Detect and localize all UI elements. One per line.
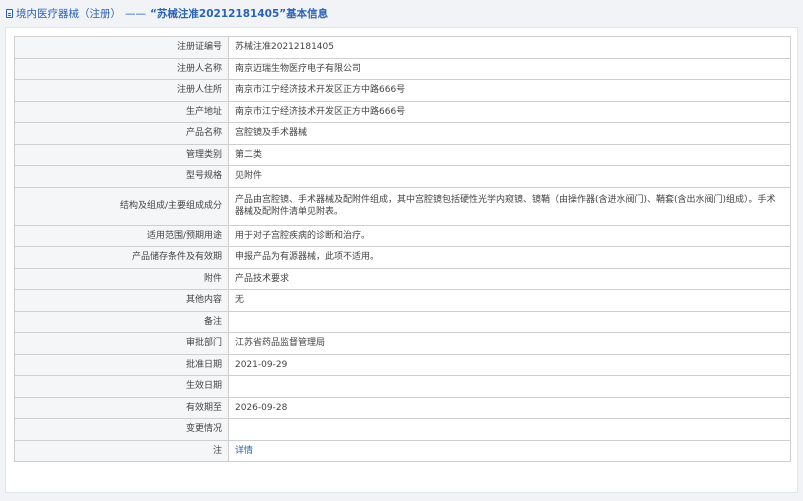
row-label: 批准日期	[14, 353, 229, 376]
table-row: 结构及组成/主要组成成分 产品由宫腔镜、手术器械及配附件组成，其中宫腔镜包括硬性光…	[14, 186, 791, 226]
row-value: 苏械注准20212181405	[228, 36, 791, 59]
row-value	[228, 418, 791, 441]
table-row: 管理类别 第二类	[14, 143, 791, 166]
table-row: 产品储存条件及有效期 申报产品为有源器械，此项不适用。	[14, 246, 791, 269]
table-row: 注册人名称 南京迈瑞生物医疗电子有限公司	[14, 57, 791, 80]
row-label: 附件	[14, 267, 229, 290]
row-value: 用于对子宫腔疾病的诊断和治疗。	[228, 224, 791, 247]
table-row: 附件 产品技术要求	[14, 267, 791, 290]
row-label: 注册证编号	[14, 36, 229, 59]
info-panel: 注册证编号 苏械注准20212181405 注册人名称 南京迈瑞生物医疗电子有限公司注…	[5, 27, 798, 493]
header-category: 境内医疗器械（注册）	[16, 8, 121, 20]
row-label: 管理类别	[14, 143, 229, 166]
table-row: 注详情	[14, 439, 791, 462]
row-label: 生效日期	[14, 375, 229, 398]
row-value: 无	[228, 289, 791, 312]
row-value: 2021-09-29	[228, 353, 791, 376]
table-row: 批准日期 2021-09-29	[14, 353, 791, 376]
row-label: 注册人住所	[14, 79, 229, 102]
table-row: 审批部门 江苏省药品监督管理局	[14, 332, 791, 355]
row-value: 详情	[228, 439, 791, 462]
table-row: 注册证编号 苏械注准20212181405	[14, 36, 791, 59]
table-row: 产品名称 宫腔镜及手术器械	[14, 122, 791, 145]
row-label: 产品储存条件及有效期	[14, 246, 229, 269]
row-label: 审批部门	[14, 332, 229, 355]
row-label: 备注	[14, 310, 229, 333]
table-row: 其他内容无	[14, 289, 791, 312]
row-label: 适用范围/预期用途	[14, 224, 229, 247]
row-label: 型号规格	[14, 165, 229, 188]
row-label: 有效期至	[14, 396, 229, 419]
table-row: 生效日期	[14, 375, 791, 398]
row-label: 注	[14, 439, 229, 462]
row-value: 南京市江宁经济技术开发区正方中路666号	[228, 100, 791, 123]
row-value: 南京迈瑞生物医疗电子有限公司	[228, 57, 791, 80]
row-value: 产品由宫腔镜、手术器械及配附件组成，其中宫腔镜包括硬性光学内窥镜、镜鞘（由操作器…	[228, 186, 791, 226]
row-label: 产品名称	[14, 122, 229, 145]
row-value: 见附件	[228, 165, 791, 188]
table-row: 注册人住所 南京市江宁经济技术开发区正方中路666号	[14, 79, 791, 102]
table-row: 生产地址 南京市江宁经济技术开发区正方中路666号	[14, 100, 791, 123]
header-separator: ——	[125, 7, 146, 20]
info-table: 注册证编号 苏械注准20212181405 注册人名称 南京迈瑞生物医疗电子有限公司注…	[14, 36, 791, 462]
row-label: 结构及组成/主要组成成分	[14, 186, 229, 226]
row-label: 变更情况	[14, 418, 229, 441]
row-label: 其他内容	[14, 289, 229, 312]
table-row: 备注	[14, 310, 791, 333]
row-value: 申报产品为有源器械，此项不适用。	[228, 246, 791, 269]
document-icon	[6, 9, 13, 18]
row-value: 产品技术要求	[228, 267, 791, 290]
details-link[interactable]: 详情	[235, 446, 253, 456]
row-label: 注册人名称	[14, 57, 229, 80]
row-value: 第二类	[228, 143, 791, 166]
table-row: 有效期至 2026-09-28	[14, 396, 791, 419]
row-value: 江苏省药品监督管理局	[228, 332, 791, 355]
table-row: 变更情况	[14, 418, 791, 441]
row-value: 宫腔镜及手术器械	[228, 122, 791, 145]
row-value	[228, 375, 791, 398]
row-value: 2026-09-28	[228, 396, 791, 419]
table-row: 适用范围/预期用途 用于对子宫腔疾病的诊断和治疗。	[14, 224, 791, 247]
page-header: 境内医疗器械（注册） —— “苏械注准20212181405”基本信息	[0, 0, 803, 27]
row-value: 南京市江宁经济技术开发区正方中路666号	[228, 79, 791, 102]
row-value	[228, 310, 791, 333]
table-row: 型号规格 见附件	[14, 165, 791, 188]
row-label: 生产地址	[14, 100, 229, 123]
header-title: “苏械注准20212181405”基本信息	[150, 8, 329, 20]
